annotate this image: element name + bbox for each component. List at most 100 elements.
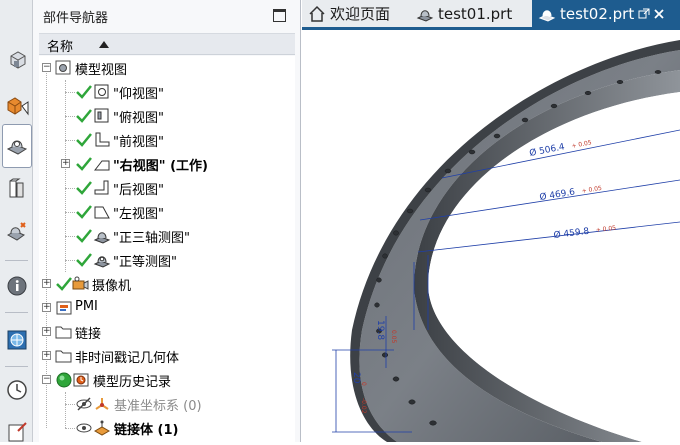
check-icon	[76, 205, 92, 219]
tree-node-view[interactable]: "后视图"	[39, 176, 295, 200]
column-header[interactable]: 名称	[39, 33, 295, 55]
front-view-icon	[95, 132, 110, 147]
check-icon	[76, 133, 92, 147]
tree-label: 模型历史记录	[93, 375, 172, 390]
sort-ascending-icon[interactable]	[99, 41, 109, 48]
pmi-icon	[56, 301, 72, 315]
tree-node-pmi[interactable]: + PMI	[39, 296, 295, 320]
dim-thickness[interactable]: 20	[351, 372, 361, 384]
tree-node-linked-body[interactable]: 链接体 (1)	[39, 416, 295, 440]
resource-bar	[0, 0, 33, 442]
history-clock-icon[interactable]	[3, 376, 30, 403]
tree-node-datum-csys[interactable]: 基准坐标系 (0)	[39, 392, 295, 416]
tree-node-camera[interactable]: + 摄像机	[39, 272, 295, 296]
dim-tolerance: 0	[360, 382, 367, 386]
history-folder-icon	[73, 373, 89, 387]
expand-icon[interactable]: +	[42, 303, 51, 312]
tree-node-history[interactable]: − 模型历史记录	[39, 368, 295, 392]
tab-label: test01.prt	[438, 4, 513, 23]
close-tab-icon[interactable]	[653, 8, 665, 20]
tree-label: 链接体 (1)	[114, 423, 179, 438]
maximize-icon[interactable]	[273, 9, 286, 22]
tree-label: "正三轴测图"	[113, 231, 190, 246]
back-view-icon	[94, 180, 109, 195]
dim-tolerance: -0.02	[360, 398, 367, 414]
part-file-icon	[416, 9, 434, 22]
tree-node-view[interactable]: "前视图"	[39, 128, 295, 152]
tab-label: test02.prt	[560, 4, 635, 23]
tree-node-view[interactable]: "正等测图"	[39, 248, 295, 272]
dim-step[interactable]: 19.8	[375, 320, 385, 340]
expand-icon[interactable]: +	[42, 351, 51, 360]
camera-icon	[72, 276, 89, 290]
trimetric-view-icon	[93, 232, 111, 244]
expand-icon[interactable]: +	[42, 279, 51, 288]
web-browser-icon[interactable]	[3, 326, 30, 353]
tree-node-view[interactable]: "仰视图"	[39, 80, 295, 104]
tree-label: "仰视图"	[113, 87, 164, 102]
isometric-view-icon	[93, 256, 111, 268]
tree-label: "右视图" (工作)	[113, 159, 208, 174]
tab-test02[interactable]: test02.prt	[532, 0, 680, 27]
hd3d-tools-icon[interactable]	[3, 219, 30, 246]
status-ok-icon	[56, 372, 72, 388]
tree-label: PMI	[75, 299, 98, 314]
folder-icon	[55, 326, 72, 339]
tab-label: 欢迎页面	[330, 5, 391, 23]
reuse-library-icon[interactable]	[3, 175, 30, 202]
collapse-icon[interactable]: −	[42, 375, 51, 384]
expand-icon[interactable]: +	[61, 159, 70, 168]
collapse-icon[interactable]: −	[42, 63, 51, 72]
tree-label: "左视图"	[113, 207, 164, 222]
tree-label: "俯视图"	[113, 111, 164, 126]
info-icon[interactable]	[3, 272, 30, 299]
document-tab-bar: 欢迎页面 test01.prt test02.prt	[302, 0, 680, 30]
assembly-navigator-icon[interactable]	[3, 46, 30, 73]
visible-eye-icon[interactable]	[75, 419, 93, 437]
ring-model-view[interactable]: Ø 506.4 + 0.05 Ø 469.6 + 0.05 Ø 459.8 + …	[302, 30, 680, 442]
navigator-header: 部件导航器	[33, 0, 301, 32]
tree-node-links[interactable]: + 链接	[39, 320, 295, 344]
part-navigator-panel: 部件导航器 名称 − 模型视图 "仰视图" "俯视图" "前视图" + "右视图…	[33, 0, 301, 442]
tree-label: "前视图"	[113, 135, 164, 150]
part-navigator-icon[interactable]	[2, 124, 32, 168]
tab-welcome[interactable]: 欢迎页面	[308, 0, 426, 27]
detach-tab-icon[interactable]	[638, 8, 650, 20]
constraint-navigator-icon[interactable]	[3, 92, 30, 119]
tree-node-non-timestamp[interactable]: + 非时间戳记几何体	[39, 344, 295, 368]
navigator-title: 部件导航器	[43, 11, 109, 26]
part-file-icon	[538, 9, 556, 22]
tree-label: 模型视图	[75, 63, 128, 78]
tree-node-view[interactable]: "左视图"	[39, 200, 295, 224]
graphics-window[interactable]: Ø 506.4 + 0.05 Ø 469.6 + 0.05 Ø 459.8 + …	[302, 30, 680, 442]
model-views-folder-icon	[55, 60, 71, 75]
folder-icon	[55, 350, 72, 363]
column-header-name: 名称	[47, 40, 74, 55]
top-view-icon	[94, 108, 109, 123]
check-icon	[76, 85, 92, 99]
tree-node-view[interactable]: "正三轴测图"	[39, 224, 295, 248]
check-icon	[76, 229, 92, 243]
home-icon	[309, 5, 325, 22]
tree-label: "正等测图"	[113, 255, 177, 270]
tree-label: "后视图"	[113, 183, 164, 198]
check-icon	[76, 253, 92, 267]
tree-label: 非时间戳记几何体	[75, 351, 180, 366]
linked-body-icon	[93, 420, 111, 436]
check-icon	[76, 157, 92, 171]
tree-label: 摄像机	[92, 279, 132, 294]
tree-label: 链接	[75, 327, 102, 342]
process-studio-icon[interactable]	[3, 418, 30, 445]
tab-test01[interactable]: test01.prt	[416, 0, 534, 27]
right-view-icon	[93, 160, 110, 171]
tree-node-model-views[interactable]: − 模型视图	[39, 56, 295, 80]
navigator-tree: − 模型视图 "仰视图" "俯视图" "前视图" + "右视图" (工作) "后…	[39, 56, 295, 442]
expand-icon[interactable]: +	[42, 327, 51, 336]
tree-node-view[interactable]: "俯视图"	[39, 104, 295, 128]
tree-node-view-work[interactable]: + "右视图" (工作)	[39, 152, 295, 176]
left-view-icon	[94, 206, 110, 219]
tree-label: 基准坐标系 (0)	[114, 399, 202, 414]
hidden-eye-icon[interactable]	[75, 395, 93, 413]
bottom-view-icon	[94, 84, 109, 99]
dim-tolerance: 0.05	[390, 330, 397, 344]
